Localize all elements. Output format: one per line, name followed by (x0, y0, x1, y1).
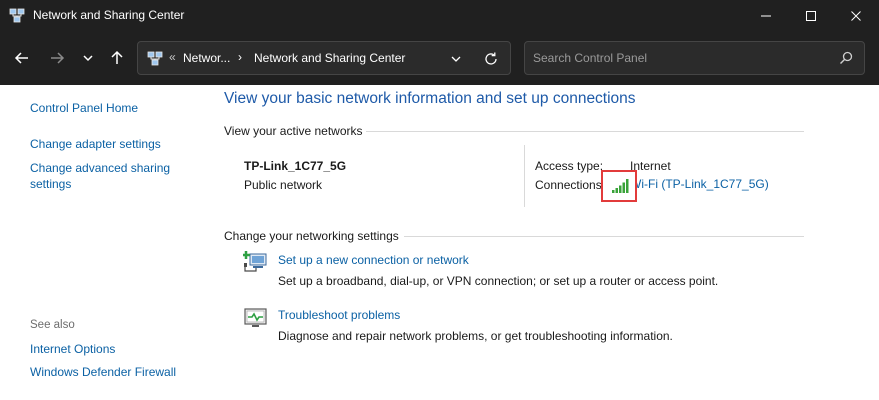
up-button[interactable] (105, 46, 129, 70)
maximize-button[interactable] (788, 0, 834, 32)
title-bar: Network and Sharing Center (0, 0, 879, 32)
search-icon[interactable] (839, 51, 853, 65)
new-connection-icon (243, 251, 267, 272)
network-center-icon (9, 8, 25, 23)
minimize-button[interactable] (743, 0, 789, 32)
minimize-icon (761, 15, 771, 17)
network-center-icon (147, 51, 163, 66)
up-arrow-icon (111, 50, 123, 64)
wifi-signal-icon (612, 179, 629, 193)
close-button[interactable] (833, 0, 879, 32)
back-button[interactable] (10, 46, 34, 70)
network-name: TP-Link_1C77_5G (244, 159, 347, 173)
recent-locations-icon (83, 55, 93, 62)
sidebar-item-change-adapter-settings[interactable]: Change adapter settings (30, 137, 161, 151)
sidebar-item-control-panel-home[interactable]: Control Panel Home (30, 101, 138, 115)
page-title: View your basic network information and … (224, 90, 636, 107)
sidebar-item-change-advanced-sharing-settings[interactable]: Change advanced sharing settings (30, 160, 180, 192)
close-icon (851, 11, 861, 21)
breadcrumb-overflow[interactable]: « (169, 50, 176, 64)
see-also-internet-options[interactable]: Internet Options (30, 342, 115, 356)
wifi-connection-link[interactable]: Wi-Fi (TP-Link_1C77_5G) (630, 177, 769, 191)
network-type[interactable]: Public network (244, 178, 322, 192)
breadcrumb-separator[interactable]: › (238, 50, 242, 64)
back-arrow-icon (14, 52, 28, 64)
wifi-signal-highlight[interactable] (601, 170, 637, 202)
see-also-label: See also (30, 319, 75, 331)
divider (404, 236, 804, 237)
recent-locations-button[interactable] (76, 46, 100, 70)
divider-vertical (524, 145, 525, 207)
window-title: Network and Sharing Center (33, 8, 185, 22)
connections-label: Connections: (535, 178, 606, 192)
troubleshoot-icon (244, 308, 267, 327)
see-also-windows-defender-firewall[interactable]: Windows Defender Firewall (30, 365, 176, 379)
forward-button[interactable] (45, 46, 69, 70)
troubleshoot-link[interactable]: Troubleshoot problems (278, 308, 400, 322)
breadcrumb-item-current[interactable]: Network and Sharing Center (254, 51, 405, 65)
troubleshoot-description: Diagnose and repair network problems, or… (278, 329, 673, 343)
networking-settings-header: Change your networking settings (224, 229, 399, 243)
address-bar[interactable]: « Networ... › Network and Sharing Center (137, 41, 511, 75)
maximize-icon (806, 11, 816, 21)
breadcrumb-item-network[interactable]: Networ... (183, 51, 230, 65)
setup-connection-link[interactable]: Set up a new connection or network (278, 253, 469, 267)
search-box[interactable] (524, 41, 865, 75)
setup-connection-description: Set up a broadband, dial-up, or VPN conn… (278, 274, 719, 288)
active-networks-header: View your active networks (224, 124, 363, 138)
forward-arrow-icon (51, 52, 65, 64)
chevron-down-icon[interactable] (448, 51, 464, 67)
access-type-label: Access type: (535, 159, 604, 173)
divider (366, 131, 804, 132)
navigation-bar: « Networ... › Network and Sharing Center (0, 32, 879, 85)
search-input[interactable] (533, 49, 833, 67)
refresh-icon[interactable] (483, 51, 499, 67)
